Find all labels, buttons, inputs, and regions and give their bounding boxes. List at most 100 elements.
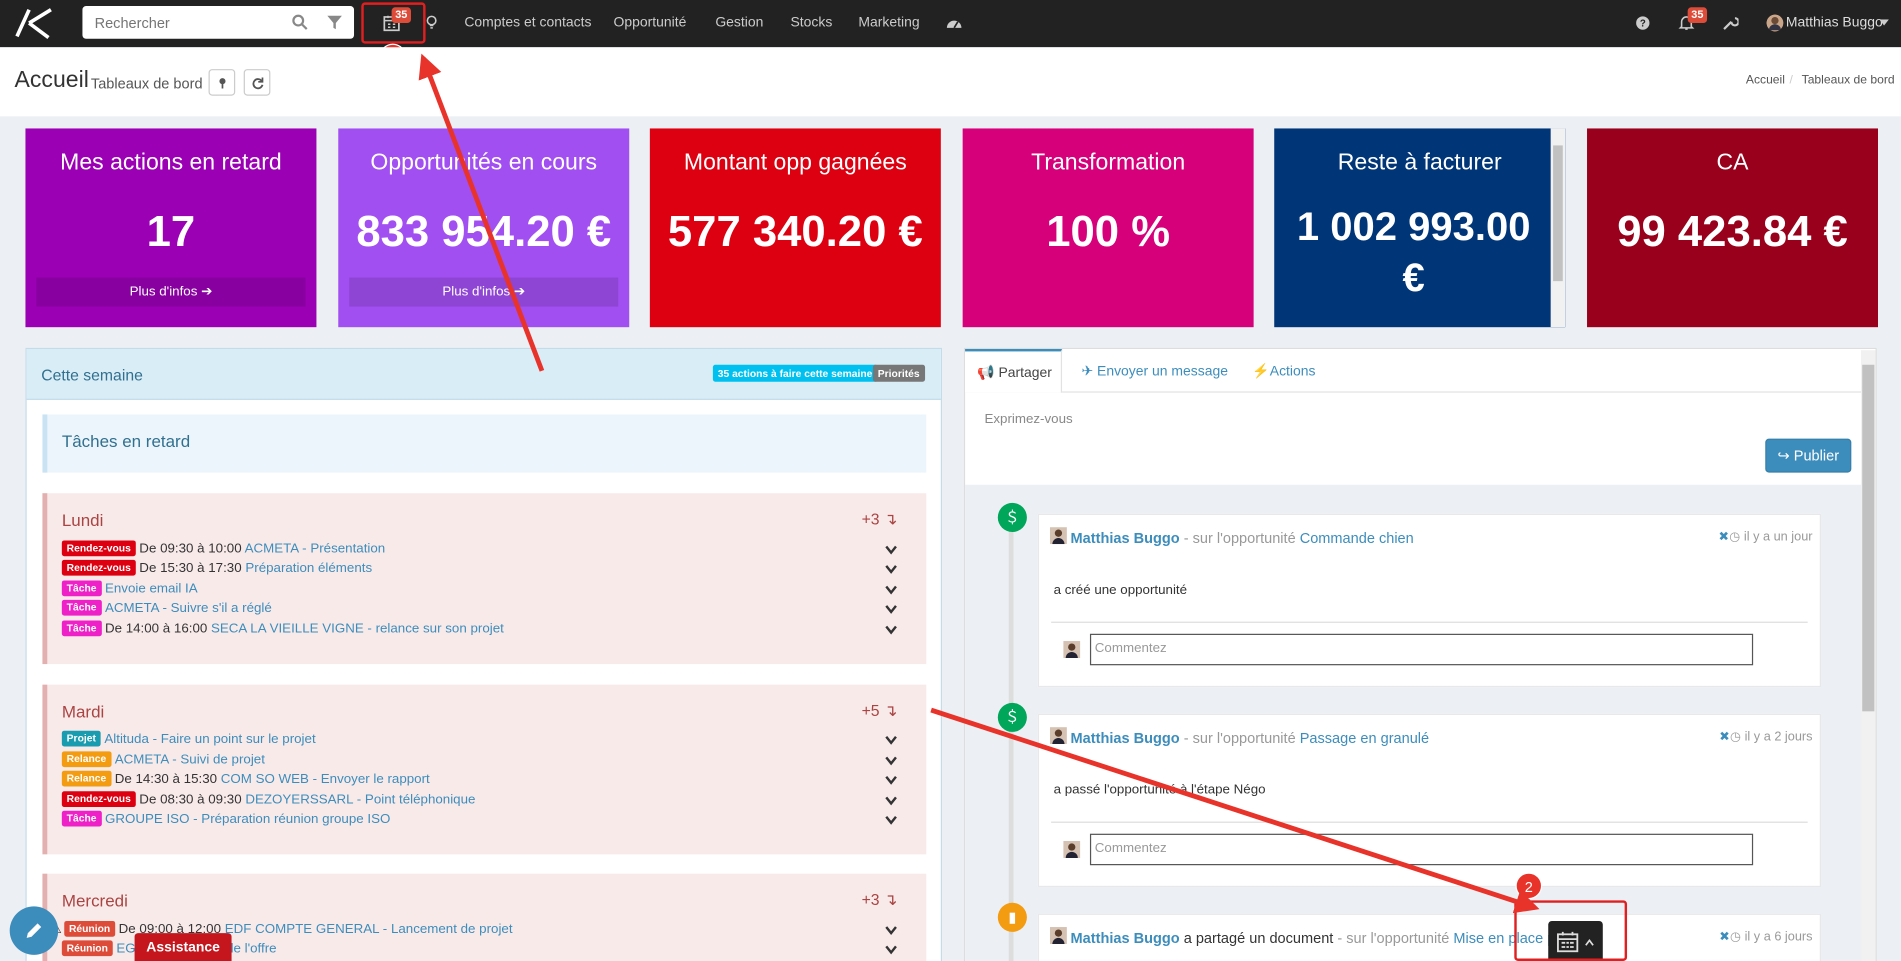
feed-verb: - sur l'opportunité: [1333, 929, 1454, 947]
feed-item-header: Matthias Buggo - sur l'opportunité Passa…: [1071, 730, 1430, 747]
chevron-down-icon[interactable]: [885, 945, 897, 955]
list-item[interactable]: Rendez-vous De 08:30 à 09:30 DEZOYERSSARL…: [61, 791, 475, 808]
day-count[interactable]: +3 ↴: [862, 510, 898, 529]
priorities-badge[interactable]: Priorités: [872, 364, 925, 382]
event-link[interactable]: Préparation éléments: [245, 561, 372, 576]
list-item[interactable]: Relance De 14:30 à 15:30 COM SO WEB - Env…: [61, 770, 430, 788]
arrow-circle-icon: ➔: [513, 284, 526, 300]
comment-input[interactable]: Commentez: [1089, 833, 1754, 866]
page-scrollbar[interactable]: [1861, 350, 1876, 961]
menu-comptes-contacts[interactable]: Comptes et contacts: [464, 16, 591, 31]
more-info-link[interactable]: Plus d'infos ➔: [349, 277, 619, 307]
event-link[interactable]: ACMETA - Suivi de projet: [115, 753, 265, 768]
more-info-link[interactable]: Plus d'infos ➔: [36, 277, 306, 307]
tab-actions[interactable]: ⚡Actions: [1252, 349, 1315, 393]
close-icon[interactable]: ✖: [1719, 530, 1730, 545]
wrench-icon[interactable]: [1722, 15, 1739, 32]
chevron-down-icon[interactable]: [885, 625, 897, 635]
close-icon[interactable]: ✖: [1719, 929, 1730, 944]
event-link[interactable]: Altituda - Faire un point sur le projet: [104, 732, 315, 747]
close-icon[interactable]: ✖: [1719, 730, 1730, 745]
author-link[interactable]: Matthias Buggo: [1071, 530, 1180, 547]
event-link[interactable]: GROUPE ISO - Préparation réunion groupe …: [105, 812, 390, 827]
chevron-down-icon[interactable]: [885, 605, 897, 615]
list-item[interactable]: Tâche ACMETA - Suivre s'il a réglé: [61, 599, 272, 617]
event-link[interactable]: Envoie email IA: [105, 582, 198, 597]
day-count[interactable]: +3 ↴: [862, 891, 898, 910]
comment-input[interactable]: Commentez: [1089, 633, 1754, 666]
avatar: [1063, 840, 1081, 858]
dashboard-icon[interactable]: [946, 15, 963, 32]
list-item[interactable]: Tâche Envoie email IA: [61, 580, 198, 597]
event-link[interactable]: ACMETA - Présentation: [245, 542, 386, 557]
publish-button[interactable]: ↪ Publier: [1765, 438, 1852, 473]
refresh-button[interactable]: [243, 69, 271, 96]
event-tag: Tâche: [61, 620, 102, 637]
event-link[interactable]: SECA LA VIEILLE VIGNE - relance sur son …: [211, 622, 504, 637]
menu-opportunite[interactable]: Opportunité: [613, 16, 686, 31]
edit-fab-button[interactable]: [9, 906, 59, 955]
refresh-icon: [252, 77, 264, 90]
list-item[interactable]: Rendez-vous De 09:30 à 10:00 ACMETA - Pré…: [61, 540, 386, 557]
help-icon[interactable]: ?: [1634, 15, 1651, 32]
search-icon[interactable]: [291, 13, 308, 30]
pin-button[interactable]: [208, 69, 236, 96]
share-input[interactable]: Exprimez-vous: [984, 412, 1072, 427]
user-name[interactable]: Matthias Buggo: [1786, 16, 1883, 31]
event-link[interactable]: COM SO WEB - Envoyer le rapport: [221, 772, 430, 787]
target-link[interactable]: Commande chien: [1300, 530, 1414, 547]
avatar: [1063, 641, 1081, 659]
caret-down-icon[interactable]: [1879, 19, 1889, 26]
chevron-down-icon[interactable]: [885, 565, 897, 575]
tab-partager[interactable]: 📢 Partager: [965, 348, 1063, 393]
target-link[interactable]: Passage en granulé: [1300, 730, 1429, 747]
list-item[interactable]: Projet Altituda - Faire un point sur le p…: [61, 730, 316, 748]
list-item[interactable]: Tâche GROUPE ISO - Préparation réunion gr…: [61, 810, 390, 828]
feed-item: Matthias Buggo - sur l'opportunité Comma…: [1037, 513, 1822, 688]
kpi-title: Montant opp gagnées: [683, 150, 907, 176]
day-count[interactable]: +5 ↴: [862, 702, 898, 721]
kpi-scrollbar[interactable]: [1550, 128, 1566, 328]
search-input[interactable]: [82, 6, 265, 39]
assistance-button[interactable]: Assistance: [134, 933, 232, 961]
list-item[interactable]: Relance ACMETA - Suivi de projet: [61, 751, 265, 768]
chevron-down-icon[interactable]: [885, 736, 897, 746]
author-link[interactable]: Matthias Buggo: [1071, 730, 1180, 747]
event-link[interactable]: DEZOYERSSARL - Point téléphonique: [245, 793, 475, 808]
actions-count-badge[interactable]: 35 actions à faire cette semaine: [712, 364, 878, 382]
tab-label: Actions: [1269, 364, 1316, 380]
chevron-down-icon[interactable]: [885, 585, 897, 595]
highlight-box-2: [1514, 900, 1628, 961]
chevron-down-icon[interactable]: [885, 926, 897, 936]
chevron-down-icon[interactable]: [885, 776, 897, 786]
chevron-down-icon[interactable]: [885, 796, 897, 806]
list-item[interactable]: Rendez-vous De 15:30 à 17:30 Préparation …: [61, 559, 372, 577]
menu-gestion[interactable]: Gestion: [715, 16, 763, 31]
kpi-revenue: CA 99 423.84 €: [1587, 128, 1879, 328]
late-tasks-box[interactable]: Tâches en retard: [42, 414, 927, 473]
event-link[interactable]: EDF COMPTE GENERAL - Lancement de projet: [225, 922, 513, 937]
breadcrumb-current: Tableaux de bord: [1801, 73, 1895, 88]
avatar[interactable]: [1766, 14, 1784, 32]
kpi-to-invoice: Reste à facturer 1 002 993.00 €: [1274, 128, 1566, 328]
chevron-down-icon[interactable]: [885, 756, 897, 766]
author-link[interactable]: Matthias Buggo: [1071, 929, 1180, 946]
chevron-down-icon[interactable]: [885, 545, 897, 555]
event-tag: Projet: [61, 730, 101, 747]
menu-marketing[interactable]: Marketing: [858, 16, 919, 31]
kpi-value: 577 340.20 €: [667, 206, 923, 256]
tab-label: Envoyer un message: [1097, 364, 1229, 380]
menu-stocks[interactable]: Stocks: [790, 16, 832, 31]
megaphone-icon: 📢: [977, 365, 995, 381]
lightbulb-icon[interactable]: [423, 15, 440, 32]
time-label: il y a un jour: [1743, 529, 1813, 545]
filter-icon[interactable]: [326, 13, 343, 30]
app-logo[interactable]: [12, 5, 56, 41]
breadcrumb-home[interactable]: Accueil: [1746, 74, 1785, 87]
tab-envoyer-message[interactable]: ✈ Envoyer un message: [1081, 349, 1228, 393]
event-link[interactable]: ACMETA - Suivre s'il a réglé: [105, 601, 272, 616]
chevron-down-icon[interactable]: [885, 815, 897, 826]
list-item[interactable]: ⚠RéunionDe 09:00 à 12:00 EDF COMPTE GENE…: [50, 920, 513, 938]
arrow-circle-icon: ➔: [201, 284, 213, 300]
list-item[interactable]: Tâche De 14:00 à 16:00 SECA LA VIEILLE VI…: [61, 620, 504, 637]
